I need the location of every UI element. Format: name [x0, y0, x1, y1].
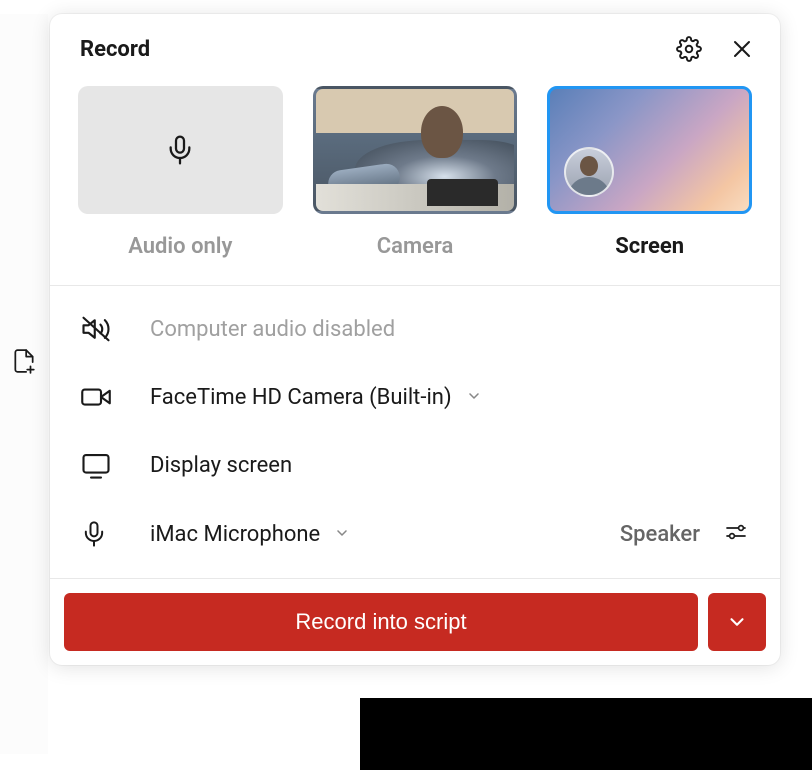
- left-toolbar: [0, 14, 48, 754]
- gear-icon[interactable]: [676, 36, 702, 62]
- camera-preview-illustration: [316, 89, 515, 211]
- speaker-label: Speaker: [620, 522, 700, 547]
- tab-screen[interactable]: Screen: [547, 86, 752, 259]
- camera-thumbnail: [313, 86, 518, 214]
- settings-list: Computer audio disabled FaceTime HD Came…: [50, 286, 780, 579]
- chevron-down-icon: [466, 385, 482, 410]
- header-actions: [676, 36, 754, 62]
- microphone-icon: [164, 134, 196, 166]
- monitor-icon: [80, 450, 114, 480]
- camera-source-label: FaceTime HD Camera (Built-in): [150, 385, 482, 410]
- camera-source-value: FaceTime HD Camera (Built-in): [150, 385, 452, 410]
- speaker-muted-icon: [80, 314, 114, 344]
- display-label: Display screen: [150, 453, 292, 478]
- camera-icon: [80, 382, 114, 412]
- computer-audio-label: Computer audio disabled: [150, 317, 395, 342]
- microphone-row[interactable]: iMac Microphone Speaker: [80, 518, 750, 550]
- tab-label: Screen: [615, 234, 684, 259]
- file-add-icon[interactable]: [11, 348, 37, 374]
- chevron-down-icon: [726, 611, 748, 633]
- tab-label: Camera: [377, 234, 454, 259]
- panel-header: Record: [50, 14, 780, 76]
- screen-thumbnail: [547, 86, 752, 214]
- tab-label: Audio only: [128, 234, 232, 259]
- audio-only-thumbnail: [78, 86, 283, 214]
- chevron-down-icon: [334, 522, 350, 547]
- screen-preview-pip: [564, 147, 614, 197]
- action-bar: Record into script: [50, 579, 780, 665]
- computer-audio-row[interactable]: Computer audio disabled: [80, 314, 750, 344]
- tab-audio-only[interactable]: Audio only: [78, 86, 283, 259]
- background-strip: [360, 698, 812, 770]
- microphone-icon: [80, 518, 114, 550]
- microphone-value: iMac Microphone: [150, 522, 320, 547]
- panel-title: Record: [80, 37, 150, 62]
- display-row[interactable]: Display screen: [80, 450, 750, 480]
- tab-camera[interactable]: Camera: [313, 86, 518, 259]
- record-panel: Record: [50, 14, 780, 665]
- camera-source-row[interactable]: FaceTime HD Camera (Built-in): [80, 382, 750, 412]
- record-dropdown-button[interactable]: [708, 593, 766, 651]
- sliders-icon: [722, 520, 750, 548]
- mode-tabs: Audio only Camera: [50, 76, 780, 286]
- microphone-label: iMac Microphone: [150, 522, 350, 547]
- speaker-control[interactable]: Speaker: [620, 520, 750, 548]
- close-icon[interactable]: [730, 37, 754, 61]
- record-button[interactable]: Record into script: [64, 593, 698, 651]
